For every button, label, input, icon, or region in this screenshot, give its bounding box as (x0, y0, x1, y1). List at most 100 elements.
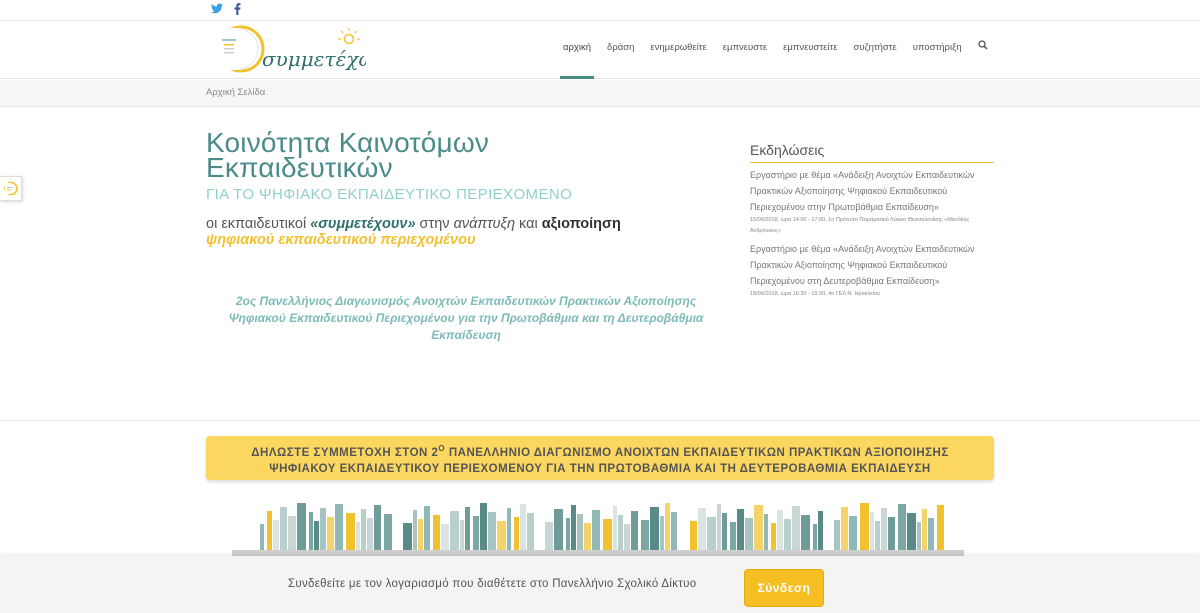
banner-line-1: ΔΗΛΩΣΤΕ ΣΥΜΜΕΤΟΧΗ ΣΤΟΝ 2Ο ΠΑΝΕΛΛΗΝΙΟ ΔΙΑ… (206, 441, 994, 461)
section-divider (0, 420, 1200, 421)
book (361, 509, 366, 550)
site-logo[interactable]: συμμετέχω (216, 23, 375, 75)
book (460, 520, 464, 550)
events-widget: Εκδηλώσεις Εργαστήριο με θέμα «Ανάδειξη … (750, 142, 994, 300)
book (671, 512, 677, 550)
book (450, 511, 459, 550)
book (613, 506, 617, 550)
nav-discuss[interactable]: συζητήστε (846, 21, 905, 79)
tagline: οι εκπαιδευτικοί «συμμετέχουν» στην ανάπ… (206, 216, 706, 248)
book (584, 523, 591, 550)
book (792, 506, 800, 550)
book (520, 504, 526, 550)
book (764, 514, 768, 550)
nav-action[interactable]: δράση (599, 21, 642, 79)
book (624, 524, 630, 550)
participation-banner[interactable]: ΔΗΛΩΣΤΕ ΣΥΜΜΕΤΟΧΗ ΣΤΟΝ 2Ο ΠΑΝΕΛΛΗΝΙΟ ΔΙΑ… (206, 436, 994, 480)
event-meta: 15/06/2018, ώρα 14:00 - 17:00, 1ο Πρότυπ… (750, 217, 970, 234)
book (784, 519, 791, 550)
search-icon[interactable] (970, 21, 996, 79)
login-button[interactable]: Σύνδεση (744, 569, 824, 607)
tagline-emphasis: «συμμετέχουν» (310, 216, 416, 232)
event-link[interactable]: Εργαστήριο με θέμα «Ανάδειξη Ανοιχτών Εκ… (750, 241, 994, 289)
nav-news[interactable]: ενημερωθείτε (642, 21, 714, 79)
tagline-part: στην (415, 216, 454, 232)
book (320, 508, 326, 550)
book (424, 506, 430, 550)
book (571, 505, 576, 550)
book (488, 512, 496, 550)
event-item: Εργαστήριο με θέμα «Ανάδειξη Ανοιχτών Εκ… (750, 241, 994, 300)
banner-text: ΔΗΛΩΣΤΕ ΣΥΜΜΕΤΟΧΗ ΣΤΟΝ 2 (251, 446, 439, 459)
main-nav: αρχική δράση ενημερωθείτε εμπνευστε εμπν… (555, 21, 996, 79)
book (618, 515, 623, 550)
book (433, 515, 440, 550)
top-bar (0, 0, 1200, 21)
nav-home[interactable]: αρχική (555, 21, 599, 79)
book (473, 516, 479, 550)
title-line-2: Εκπαιδευτικών (206, 152, 393, 183)
book (335, 504, 343, 550)
book (754, 505, 763, 550)
book (650, 507, 659, 550)
book (441, 524, 449, 550)
book (745, 518, 753, 550)
book (690, 521, 697, 550)
book (514, 517, 519, 550)
book (841, 507, 848, 550)
book (660, 516, 664, 550)
competition-line: Ψηφιακού Εκπαιδευτικού Περιεχομένου για … (228, 311, 704, 325)
nav-inspire[interactable]: εμπνευστε (715, 21, 775, 79)
book (881, 508, 887, 550)
tagline-part: οι εκπαιδευτικοί (206, 216, 311, 232)
book (937, 505, 944, 550)
book (288, 516, 296, 550)
breadcrumb[interactable]: Αρχική Σελίδα (206, 87, 265, 98)
book (771, 523, 776, 550)
login-bar: Συνδεθείτε με τον λογαριασμό που διαθέτε… (0, 556, 1200, 613)
side-logo-tab[interactable] (0, 176, 22, 201)
breadcrumb-bar: Αρχική Σελίδα (0, 80, 1200, 107)
book (834, 520, 840, 550)
event-item: Εργαστήριο με θέμα «Ανάδειξη Ανοιχτών Εκ… (750, 167, 994, 237)
book (592, 510, 600, 550)
book (554, 509, 563, 550)
event-meta: 18/06/2018, ώρα 16:30 - 19:30, 4ο ΓΕΛ Ν.… (750, 291, 880, 297)
side-logo-icon (4, 181, 18, 196)
book (577, 514, 583, 550)
competition-link[interactable]: 2ος Πανελλήνιος Διαγωνισμός Ανοιχτών Εκπ… (206, 293, 726, 344)
tagline-emphasis: ανάπτυξη (453, 216, 516, 232)
book (465, 507, 470, 550)
nav-get-inspired[interactable]: εμπνευστείτε (775, 21, 845, 79)
book (566, 518, 570, 550)
event-link[interactable]: Εργαστήριο με θέμα «Ανάδειξη Ανοιχτών Εκ… (750, 167, 994, 215)
book (314, 521, 319, 550)
book (480, 503, 487, 550)
book (801, 515, 810, 550)
twitter-icon[interactable] (211, 3, 223, 17)
book (403, 523, 412, 550)
facebook-icon[interactable] (234, 3, 241, 18)
book (384, 514, 392, 550)
tagline-emphasis: αξιοποίηση (541, 216, 621, 232)
book (497, 521, 506, 550)
book (260, 524, 264, 550)
book (707, 517, 716, 550)
book (309, 512, 313, 550)
book (888, 517, 895, 550)
book (297, 503, 306, 550)
site-header: συμμετέχω αρχική δράση ενημερωθείτε εμπν… (0, 21, 1200, 79)
book (418, 519, 423, 550)
book (267, 511, 272, 550)
banner-text: ΠΑΝΕΛΛΗΝΙΟ ΔΙΑΓΩΝΙΣΜΟ ΑΝΟΙΧΤΩΝ ΕΚΠΑΙΔΕΥΤ… (445, 446, 949, 459)
events-title: Εκδηλώσεις (750, 142, 994, 163)
nav-support[interactable]: υποστήριξη (905, 21, 970, 79)
book (730, 522, 736, 550)
book (327, 517, 334, 550)
book (922, 509, 927, 550)
book (631, 511, 638, 550)
book (698, 508, 706, 550)
book (603, 519, 612, 550)
book (870, 512, 874, 550)
book (367, 518, 373, 550)
